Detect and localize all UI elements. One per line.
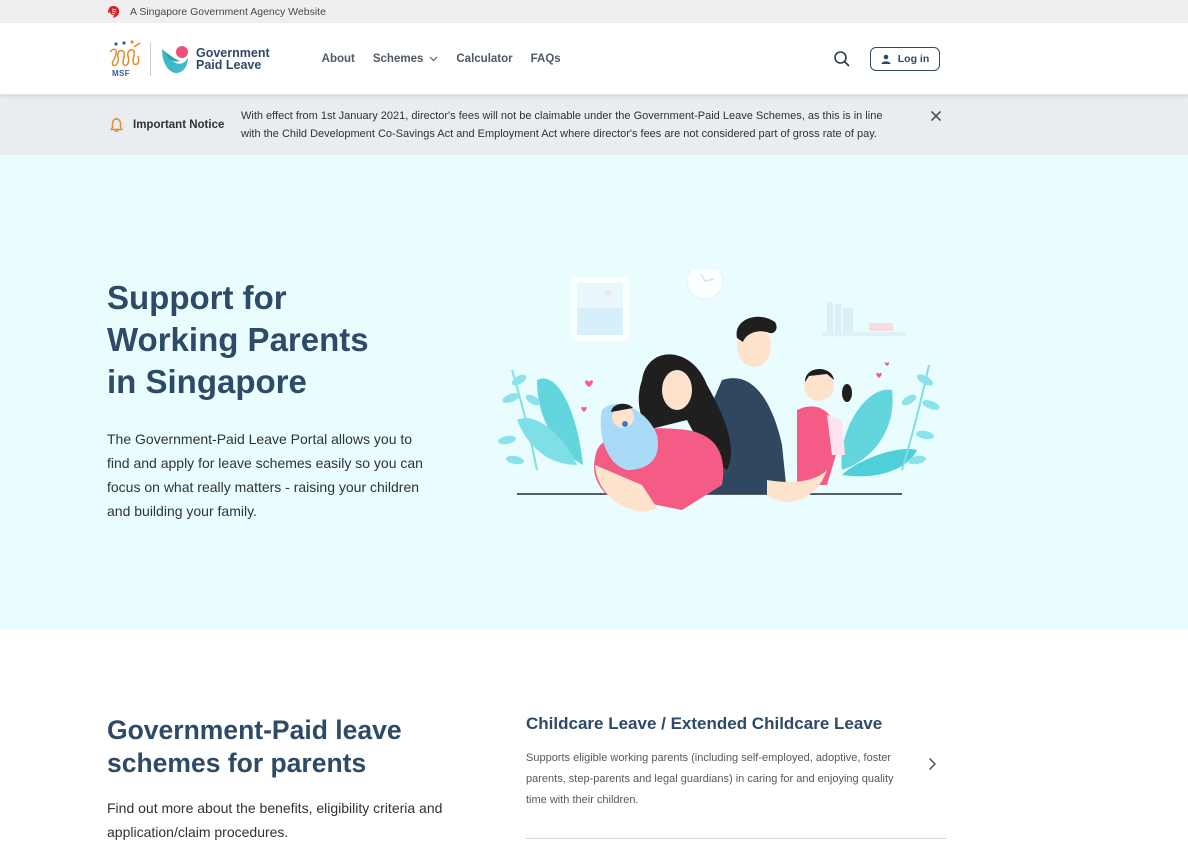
chevron-down-icon (429, 56, 438, 61)
nav-about[interactable]: About (322, 53, 355, 65)
schemes-title: Government-Paid leave schemes for parent… (107, 714, 447, 780)
left-leaves (498, 369, 583, 471)
login-button[interactable]: Log in (870, 46, 940, 71)
nav-schemes-label: Schemes (372, 52, 424, 65)
scheme-card-description: Supports eligible working parents (inclu… (526, 752, 894, 806)
bell-icon (110, 117, 123, 132)
family-illustration (498, 270, 940, 512)
user-icon (881, 54, 891, 64)
shelf (822, 302, 906, 336)
msf-family-icon (109, 39, 141, 66)
logo-divider (150, 41, 151, 76)
important-notice-banner: Important Notice With effect from 1st Ja… (0, 95, 1188, 155)
nav-faqs-label: FAQs (530, 52, 561, 65)
scheme-card-title: Childcare Leave / Extended Childcare Lea… (526, 714, 883, 733)
brand-line1: Government (196, 45, 270, 60)
gov-masthead: A Singapore Government Agency Website (0, 0, 1188, 23)
chevron-right-icon[interactable] (928, 757, 937, 771)
msf-logo-text: MSF (112, 68, 130, 78)
singapore-lion-icon (108, 5, 120, 18)
hero-title: Support for Working Parents in Singapore (107, 277, 437, 403)
nav-calculator-label: Calculator (456, 52, 513, 65)
nav-calculator[interactable]: Calculator (456, 53, 512, 65)
nav-schemes[interactable]: Schemes (373, 53, 439, 65)
scheme-card-childcare-leave[interactable]: Childcare Leave / Extended Childcare Lea… (526, 714, 946, 839)
close-icon[interactable] (930, 110, 942, 122)
brand-line2: Paid Leave (196, 57, 262, 72)
notice-message: With effect from 1st January 2021, direc… (241, 110, 883, 140)
nav-faqs[interactable]: FAQs (531, 53, 561, 65)
hero-title-line: Working Parents (107, 321, 369, 358)
schemes-title-line: schemes for parents (107, 748, 367, 778)
schemes-description: Find out more about the benefits, eligib… (107, 800, 443, 840)
hero-section: Support for Working Parents in Singapore… (0, 155, 1188, 630)
window-picture (569, 275, 631, 343)
masthead-text: A Singapore Government Agency Website (130, 5, 326, 18)
girl (767, 368, 852, 502)
gpl-heart-icon (162, 45, 188, 73)
login-label: Log in (897, 52, 930, 65)
nav-about-label: About (321, 52, 355, 65)
clock-icon (686, 270, 724, 300)
main-nav: About Schemes Calculator FAQs (322, 53, 579, 65)
gpl-logo[interactable]: Government Paid Leave (160, 43, 270, 75)
schemes-title-line: Government-Paid leave (107, 715, 402, 745)
hero-title-line: Support for (107, 279, 287, 316)
hero-description: The Government-Paid Leave Portal allows … (107, 431, 423, 519)
right-leaves (841, 364, 940, 477)
search-icon[interactable] (833, 50, 851, 68)
hero-title-line: in Singapore (107, 363, 307, 400)
notice-title: Important Notice (133, 119, 225, 131)
msf-logo[interactable]: MSF (107, 39, 143, 78)
site-header: MSF Government Paid Leave About Schemes … (0, 23, 1188, 95)
schemes-section: Government-Paid leave schemes for parent… (0, 630, 1188, 852)
